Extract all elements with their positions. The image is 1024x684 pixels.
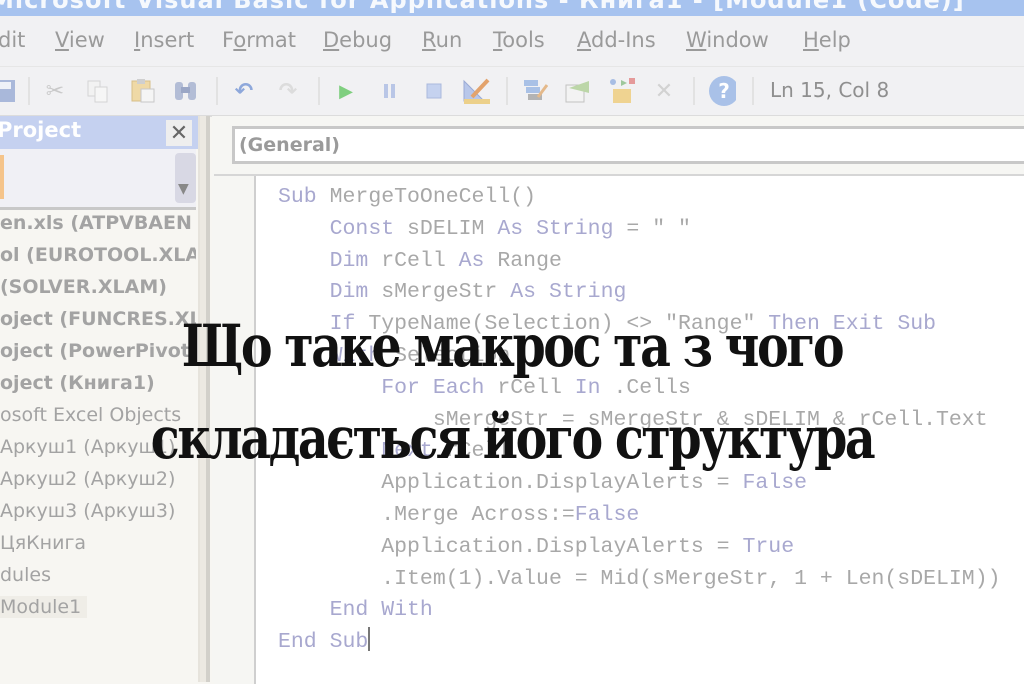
code-keyword: Sub	[278, 185, 330, 209]
code-line[interactable]: Const sDELIM As String = " "	[278, 214, 1001, 246]
properties-icon[interactable]	[563, 77, 591, 105]
tree-item[interactable]: ol (EUROTOOL.XLA	[0, 244, 196, 272]
object-dropdown-value: (General)	[239, 134, 340, 156]
tree-item-selected[interactable]: Module1	[0, 596, 196, 624]
paste-icon[interactable]	[129, 77, 157, 105]
copy-icon[interactable]	[84, 77, 112, 105]
menu-window[interactable]: Window	[686, 28, 769, 52]
code-keyword: Const	[278, 216, 408, 241]
code-line[interactable]: .Merge Across:=False	[278, 500, 1001, 532]
menu-run[interactable]: Run	[422, 28, 462, 52]
tree-item[interactable]: en.xls (ATPVBAEN	[0, 212, 196, 240]
code-token: = " "	[613, 216, 691, 241]
title-bar: Microsoft Visual Basic for Applications …	[0, 0, 1024, 16]
code-token: sDELIM	[407, 216, 498, 241]
undo-icon[interactable]: ↶	[230, 77, 258, 105]
object-browser-icon[interactable]	[607, 77, 635, 105]
code-line[interactable]: Sub MergeToOneCell()	[278, 182, 1001, 214]
code-keyword: As String	[497, 216, 614, 241]
code-line[interactable]: End Sub	[278, 627, 1001, 659]
toolbar-separator	[216, 77, 218, 105]
help-icon[interactable]: ?	[708, 76, 736, 106]
code-token: .Item(1).Value = Mid(sMergeStr, 1 + Len(…	[278, 566, 1001, 591]
project-explorer-icon[interactable]	[520, 77, 548, 105]
code-line[interactable]: .Item(1).Value = Mid(sMergeStr, 1 + Len(…	[278, 564, 1001, 596]
toolbar-separator	[752, 77, 754, 105]
menu-bar: dit View Insert Format Debug Run Tools A…	[0, 16, 1024, 67]
project-explorer-header: Project ✕	[0, 116, 198, 149]
menu-insert[interactable]: Insert	[134, 28, 194, 52]
menu-tools[interactable]: Tools	[493, 28, 545, 52]
article-title-overlay: Що таке макрос та з чого складається йог…	[92, 300, 932, 484]
code-token: Range	[497, 248, 562, 273]
toolbar-separator	[693, 77, 695, 105]
break-icon[interactable]	[376, 77, 404, 105]
standard-toolbar: ✂ ↶ ↷ ▶ ✕ ? Ln 15, Col 8	[0, 67, 1024, 117]
tree-item[interactable]: Аркуш3 (Аркуш3)	[0, 500, 196, 528]
toolbar-overflow-button[interactable]: ▼	[175, 153, 196, 203]
code-keyword: False	[574, 502, 640, 527]
cut-icon[interactable]: ✂	[41, 77, 69, 105]
code-keyword: End With	[278, 598, 433, 623]
code-token: .Merge Across:=	[278, 502, 575, 527]
redo-icon[interactable]: ↷	[274, 77, 302, 105]
menu-add-ins[interactable]: Add-Ins	[577, 28, 656, 52]
run-icon[interactable]: ▶	[332, 77, 360, 105]
svg-text:?: ?	[718, 79, 730, 103]
design-mode-icon[interactable]	[462, 77, 490, 105]
menu-help[interactable]: Help	[803, 28, 851, 52]
code-token: rCell	[381, 248, 459, 273]
toolbar-separator	[506, 77, 508, 105]
menu-edit[interactable]: dit	[0, 28, 25, 52]
tree-item[interactable]: dules	[0, 564, 196, 592]
project-explorer-title: Project	[0, 118, 82, 142]
tree-item[interactable]: ЦяКнига	[0, 532, 196, 560]
menu-view[interactable]: View	[55, 28, 105, 52]
menu-format[interactable]: Format	[222, 28, 296, 52]
text-caret	[368, 627, 371, 652]
toolbox-icon[interactable]: ✕	[650, 77, 678, 105]
toolbar-separator	[28, 77, 30, 105]
code-token: Application.DisplayAlerts =	[278, 534, 743, 559]
headline-line-2: складається його структура	[150, 404, 876, 472]
code-keyword: End Sub	[278, 630, 369, 655]
object-dropdown[interactable]: (General)	[232, 126, 1024, 164]
save-icon[interactable]	[0, 77, 20, 105]
code-line[interactable]: Dim rCell As Range	[278, 246, 1001, 278]
code-line[interactable]: Application.DisplayAlerts = True	[278, 532, 1001, 564]
cursor-position: Ln 15, Col 8	[770, 78, 890, 102]
close-icon[interactable]: ✕	[166, 120, 192, 146]
headline-line-1: Що таке макрос та з чого	[181, 312, 845, 380]
toolbar-separator	[318, 77, 320, 105]
window-title: Microsoft Visual Basic for Applications …	[0, 0, 965, 14]
menu-debug[interactable]: Debug	[323, 28, 392, 52]
project-explorer-toolbar: ▼	[0, 149, 196, 210]
find-icon[interactable]	[172, 77, 200, 105]
code-keyword: As	[458, 248, 498, 273]
code-keyword: Dim	[278, 248, 382, 273]
chevron-down-icon: ▼	[178, 181, 189, 197]
code-token: MergeToOneCell()	[329, 185, 537, 209]
reset-icon[interactable]	[420, 77, 448, 105]
code-line[interactable]: End With	[278, 595, 1001, 627]
code-keyword: True	[742, 534, 795, 559]
toggle-folders-icon[interactable]	[0, 155, 4, 199]
